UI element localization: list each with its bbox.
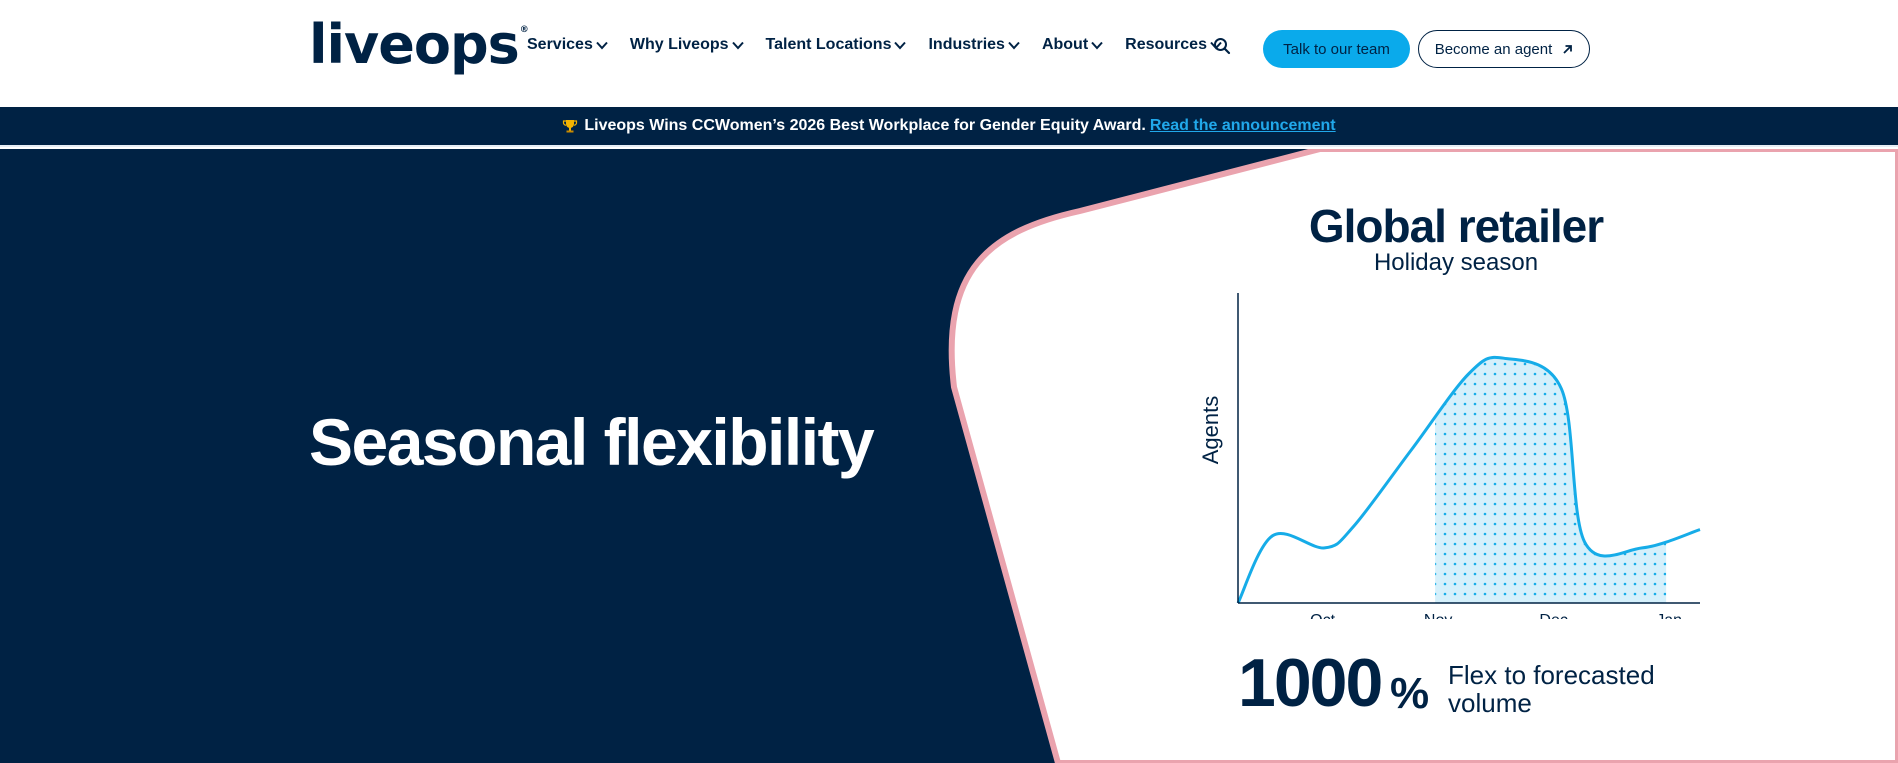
nav-item-talent-locations[interactable]: Talent Locations: [766, 36, 907, 54]
chevron-down-icon: [731, 41, 744, 49]
announcement-banner: Liveops Wins CCWomen’s 2026 Best Workpla…: [0, 107, 1898, 147]
nav-item-label: Resources: [1125, 36, 1207, 53]
arrow-up-right-icon: [1563, 44, 1573, 54]
search-button[interactable]: [1213, 37, 1231, 60]
nav-item-label: About: [1041, 36, 1089, 53]
nav-item-industries[interactable]: Industries: [928, 36, 1020, 54]
highlight-area: [1435, 357, 1667, 603]
x-tick-label: Oct: [1310, 612, 1335, 619]
trophy-icon: [563, 120, 578, 133]
nav-item-why-liveops[interactable]: Why Liveops: [630, 36, 744, 54]
stat-value: 1000: [1238, 645, 1383, 721]
nav-item-label: Why Liveops: [629, 36, 729, 53]
stat-description: Flex to forecasted volume: [1448, 660, 1655, 719]
x-tick-labels: Oct Nov Dec Jan: [1310, 612, 1682, 619]
hero-section: Seasonal flexibility Global retailer Hol…: [0, 149, 1898, 763]
button-label: Become an agent: [1434, 40, 1553, 58]
card-subtitle: Holiday season: [1373, 249, 1539, 276]
liveops-logo[interactable]: liveops®: [309, 18, 529, 72]
button-label: Talk to our team: [1283, 40, 1390, 58]
chevron-down-icon: [894, 41, 907, 49]
x-tick-label: Nov: [1424, 612, 1452, 619]
logo-registered-mark: ®: [519, 25, 529, 35]
banner-text: Liveops Wins CCWomen’s 2026 Best Workpla…: [584, 117, 1146, 134]
talk-to-team-button[interactable]: Talk to our team: [1263, 30, 1410, 68]
x-tick-label: Dec: [1539, 612, 1567, 619]
chevron-down-icon: [596, 41, 608, 49]
search-icon: [1214, 38, 1231, 55]
nav-item-resources[interactable]: Resources: [1125, 36, 1222, 54]
site-header: liveops® Services Why Liveops Talent Loc…: [0, 0, 1898, 107]
chevron-down-icon: [1008, 41, 1020, 49]
nav-item-label: Services: [527, 36, 593, 53]
chevron-down-icon: [1091, 41, 1103, 49]
nav-item-about[interactable]: About: [1042, 36, 1103, 54]
stat-unit: %: [1390, 669, 1430, 718]
main-nav: Services Why Liveops Talent Locations In…: [527, 36, 1244, 54]
holiday-agents-chart: Agents Oct Nov Dec Jan: [1200, 293, 1701, 619]
y-axis-label: Agents: [1200, 396, 1223, 465]
x-tick-label: Jan: [1656, 612, 1682, 619]
card-title: Global retailer: [1308, 200, 1604, 252]
become-agent-button[interactable]: Become an agent: [1418, 30, 1590, 68]
hero-title: Seasonal flexibility: [309, 405, 875, 479]
nav-item-label: Talent Locations: [765, 36, 892, 53]
logo-text: liveops: [309, 13, 520, 76]
nav-item-label: Industries: [928, 36, 1005, 53]
nav-item-services[interactable]: Services: [527, 36, 608, 54]
read-announcement-link[interactable]: Read the announcement: [1150, 117, 1336, 135]
